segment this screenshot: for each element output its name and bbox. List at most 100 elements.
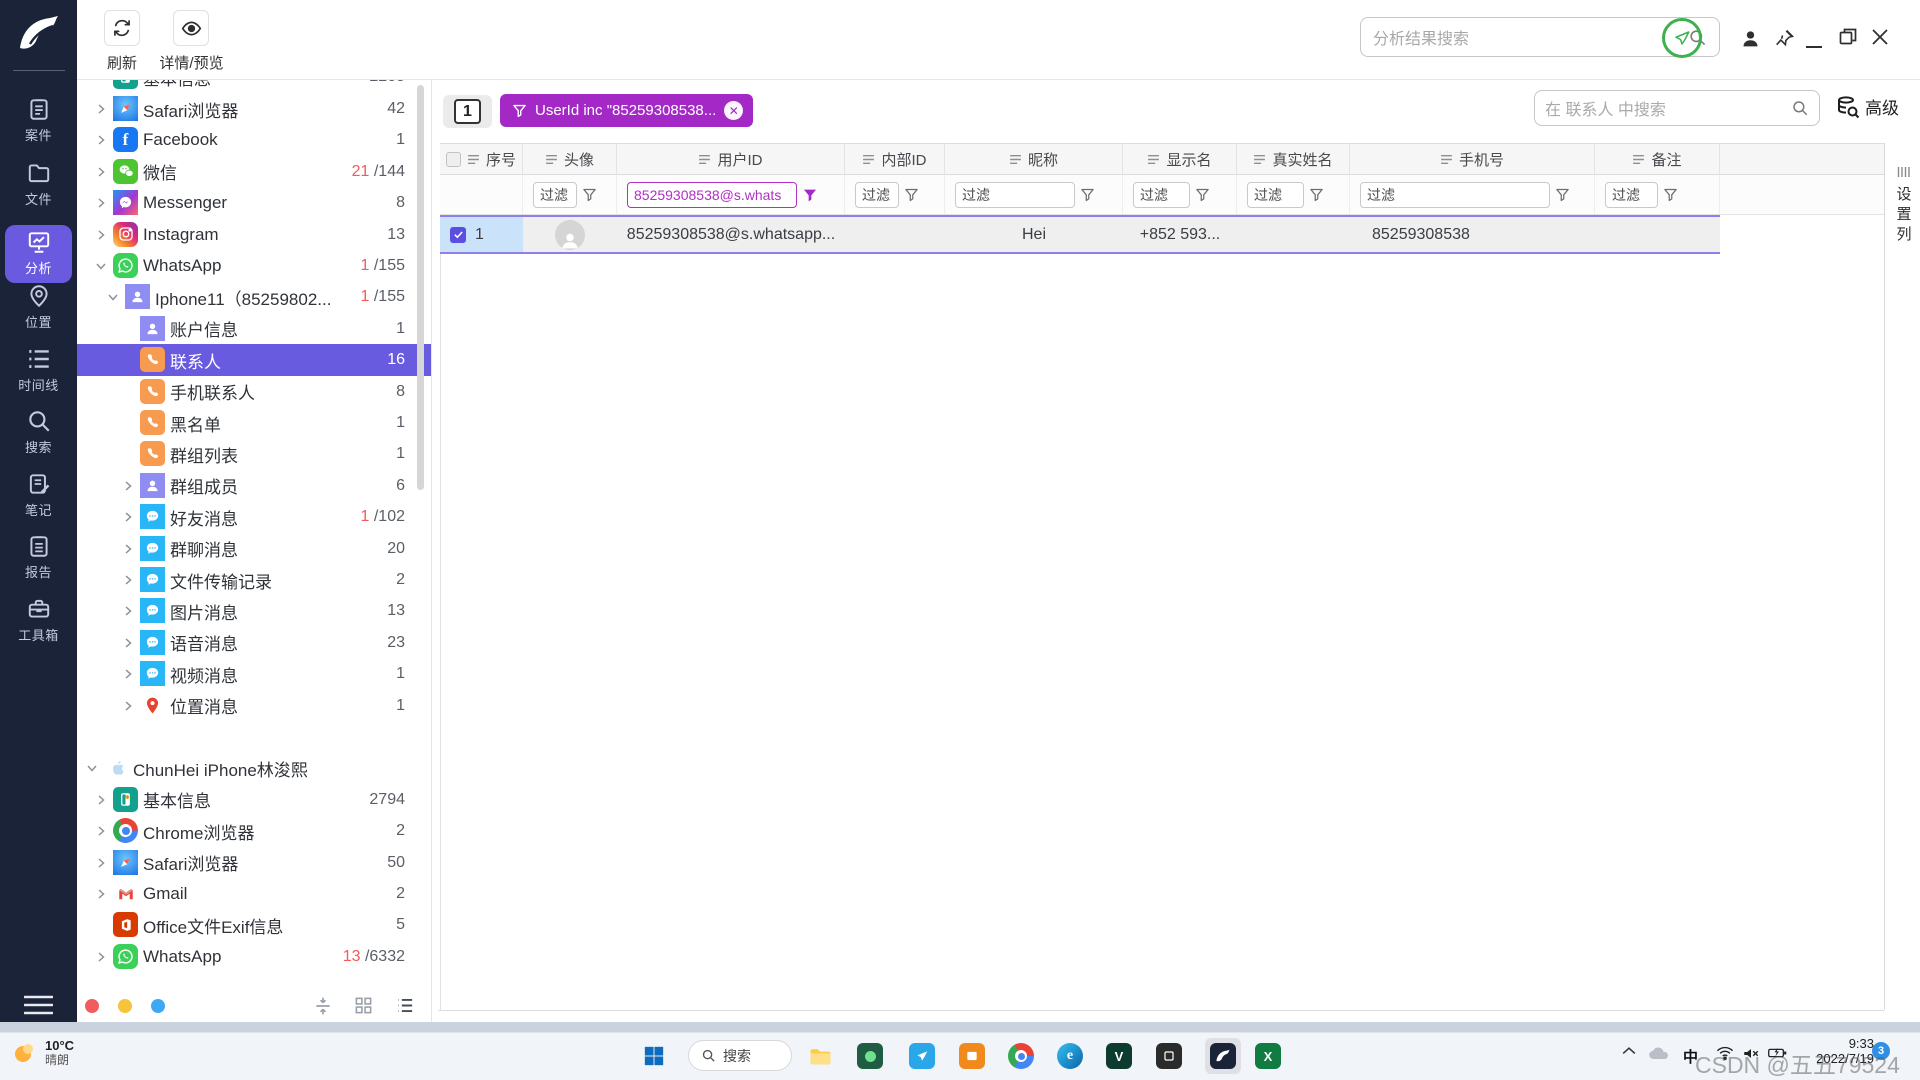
filter-input[interactable]: 85259308538@s.whats xyxy=(627,181,797,208)
column-header-序号[interactable]: 序号 xyxy=(440,143,523,175)
chevron-right-icon[interactable] xyxy=(95,794,107,806)
sidebar-item-report[interactable]: 报告 xyxy=(0,533,77,581)
taskbar-search[interactable]: 搜索 xyxy=(688,1040,792,1071)
chevron-right-icon[interactable] xyxy=(95,857,107,869)
tree-item[interactable]: i 基本信息 2794 xyxy=(77,784,431,816)
refresh-button[interactable] xyxy=(104,10,140,46)
column-menu-icon[interactable] xyxy=(467,154,480,165)
traffic-dot[interactable] xyxy=(85,999,99,1013)
tree-item[interactable]: 微信 21 /144 xyxy=(77,156,431,188)
user-icon[interactable] xyxy=(1740,28,1761,54)
column-header-手机号[interactable]: 手机号 xyxy=(1350,143,1595,175)
sidebar-item-search[interactable]: 搜索 xyxy=(0,408,77,456)
row-cell[interactable]: 85259308538 xyxy=(1350,215,1595,254)
chevron-right-icon[interactable] xyxy=(95,825,107,837)
chevron-right-icon[interactable] xyxy=(122,605,134,617)
tree-item[interactable]: 黑名单 1 xyxy=(77,407,431,439)
chevron-right-icon[interactable] xyxy=(95,951,107,963)
send-feedback-icon[interactable] xyxy=(1662,18,1702,58)
pin-icon[interactable] xyxy=(1775,28,1795,53)
row-cell[interactable]: 85259308538@s.whatsapp... xyxy=(617,215,845,254)
tree-item[interactable]: 群组列表 1 xyxy=(77,438,431,470)
select-all-checkbox[interactable] xyxy=(445,151,461,167)
page-badge[interactable]: 1 xyxy=(454,99,481,124)
chevron-down-icon[interactable] xyxy=(86,762,98,774)
menu-icon[interactable] xyxy=(23,995,54,1020)
chevron-down-icon[interactable] xyxy=(107,291,119,303)
sidebar-item-notes[interactable]: 笔记 xyxy=(0,471,77,519)
tree-item[interactable]: 群聊消息 20 xyxy=(77,533,431,565)
collapse-rows-icon[interactable] xyxy=(313,996,333,1021)
sidebar-item-files[interactable]: 文件 xyxy=(0,160,77,208)
column-menu-icon[interactable] xyxy=(1147,154,1160,165)
column-header-备注[interactable]: 备注 xyxy=(1595,143,1720,175)
filter-input[interactable]: 过滤 xyxy=(955,181,1075,208)
tree-item[interactable]: f Facebook 1 xyxy=(77,124,431,156)
taskbar-weather[interactable]: 10°C 晴朗 xyxy=(10,1038,74,1068)
funnel-icon[interactable] xyxy=(904,187,919,202)
chevron-right-icon[interactable] xyxy=(95,134,107,146)
column-menu-icon[interactable] xyxy=(1253,154,1266,165)
filter-tag[interactable]: UserId inc "85259308538... ✕ xyxy=(500,94,754,127)
taskbar-app-windows-start[interactable] xyxy=(640,1042,668,1070)
tray-chevron-up-icon[interactable] xyxy=(1622,1046,1636,1055)
chevron-right-icon[interactable] xyxy=(95,229,107,241)
tree-item[interactable]: i 基本信息 2205 xyxy=(77,80,431,93)
row-cell[interactable] xyxy=(1595,215,1720,254)
taskbar-app-file-explorer[interactable] xyxy=(806,1042,834,1070)
tree-item[interactable]: Office文件Exif信息 5 xyxy=(77,909,431,941)
row-cell[interactable] xyxy=(845,215,945,254)
tree-item[interactable]: Gmail 2 xyxy=(77,878,431,910)
funnel-icon[interactable] xyxy=(1309,187,1324,202)
tree-item[interactable]: Iphone11（85259802... 1 /155 xyxy=(77,281,431,313)
column-header-头像[interactable]: 头像 xyxy=(523,143,617,175)
column-menu-icon[interactable] xyxy=(1632,154,1645,165)
chevron-right-icon[interactable] xyxy=(95,197,107,209)
taskbar-app-chrome[interactable] xyxy=(1007,1042,1035,1070)
chevron-right-icon[interactable] xyxy=(95,166,107,178)
tree-item[interactable]: Instagram 13 xyxy=(77,219,431,251)
tree-item[interactable]: ChunHei iPhone林浚熙 xyxy=(77,752,431,784)
filter-input[interactable]: 过滤 xyxy=(1133,181,1190,208)
column-header-内部ID[interactable]: 内部ID xyxy=(845,143,945,175)
row-cell[interactable]: Hei xyxy=(945,215,1123,254)
filter-tag-close-icon[interactable]: ✕ xyxy=(724,101,744,120)
tree-item[interactable]: 图片消息 13 xyxy=(77,595,431,627)
tree-item[interactable]: Chrome浏览器 2 xyxy=(77,815,431,847)
chevron-right-icon[interactable] xyxy=(122,480,134,492)
tree-item[interactable]: Safari浏览器 42 xyxy=(77,93,431,125)
tree-item[interactable]: 文件传输记录 2 xyxy=(77,564,431,596)
chevron-right-icon[interactable] xyxy=(122,543,134,555)
row-cell[interactable]: 1 xyxy=(440,215,523,254)
panel-divider[interactable] xyxy=(431,80,432,1022)
taskbar-app-app-orange[interactable] xyxy=(958,1042,986,1070)
column-header-显示名[interactable]: 显示名 xyxy=(1123,143,1237,175)
tree-item[interactable]: 联系人 16 xyxy=(77,344,431,377)
filter-input[interactable]: 过滤 xyxy=(855,181,899,208)
traffic-dot[interactable] xyxy=(151,999,165,1013)
column-menu-icon[interactable] xyxy=(862,154,875,165)
grid-view-icon[interactable] xyxy=(354,996,373,1020)
tree-item[interactable]: 语音消息 23 xyxy=(77,627,431,659)
taskbar-app-app-blue[interactable] xyxy=(908,1042,936,1070)
filter-input[interactable]: 过滤 xyxy=(1360,181,1550,208)
taskbar-app-app-dark[interactable] xyxy=(1155,1042,1183,1070)
table-search-input[interactable]: 在 联系人 中搜索 xyxy=(1534,90,1820,126)
sidebar-item-toolbox[interactable]: 工具箱 xyxy=(0,596,77,644)
column-menu-icon[interactable] xyxy=(545,154,558,165)
column-settings-strip[interactable]: 设置列 xyxy=(1890,165,1918,245)
sidebar-item-location[interactable]: 位置 xyxy=(0,283,77,331)
chevron-right-icon[interactable] xyxy=(95,103,107,115)
filter-input[interactable]: 过滤 xyxy=(1247,181,1304,208)
row-cell[interactable]: +852 593... xyxy=(1123,215,1237,254)
tree-item[interactable]: 群组成员 6 xyxy=(77,470,431,502)
funnel-icon[interactable] xyxy=(582,187,597,202)
row-cell[interactable] xyxy=(1237,215,1350,254)
funnel-icon[interactable] xyxy=(1663,187,1678,202)
tree-item[interactable]: Safari浏览器 50 xyxy=(77,847,431,879)
tree-item[interactable]: WhatsApp 13 /6332 xyxy=(77,941,431,973)
column-header-用户ID[interactable]: 用户ID xyxy=(617,143,845,175)
taskbar-app-app-green[interactable] xyxy=(856,1042,884,1070)
tree-item[interactable]: 位置消息 1 xyxy=(77,690,431,722)
filter-input[interactable]: 过滤 xyxy=(1605,181,1658,208)
